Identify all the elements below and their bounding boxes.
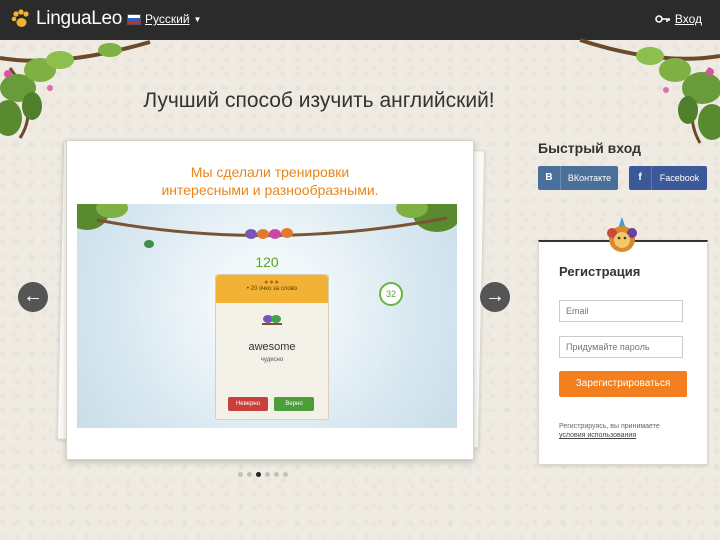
password-field[interactable]	[559, 336, 683, 358]
carousel-next-arrow-icon[interactable]: →	[480, 282, 510, 312]
word-card-points: • 20 очко за слово	[246, 286, 298, 292]
registration-panel: Регистрация Зарегистрироваться Регистрир…	[538, 240, 708, 465]
language-label: Русский	[145, 12, 190, 26]
carousel-pagination	[238, 472, 292, 477]
chevron-down-icon: ▼	[193, 14, 202, 24]
carousel-dot-active[interactable]	[256, 472, 261, 477]
birds-icon	[262, 315, 282, 325]
wrong-answer-button: Неверно	[228, 397, 268, 411]
terms-text: Регистрируясь, вы принимаете	[559, 423, 660, 430]
facebook-icon: f	[629, 166, 652, 190]
carousel-dot[interactable]	[247, 472, 252, 477]
vk-icon: В	[538, 166, 561, 190]
logo-text: LinguaLeo	[36, 8, 123, 29]
language-selector[interactable]: Русский ▼	[127, 12, 201, 26]
terms-notice: Регистрируясь, вы принимаете условия исп…	[559, 422, 699, 440]
word-translation: чудесно	[260, 357, 284, 363]
top-navbar: LinguaLeo Русский ▼ Вход	[0, 0, 720, 40]
russian-flag-icon	[127, 13, 141, 25]
terms-link[interactable]: условия использования	[559, 431, 699, 440]
carousel-dot[interactable]	[283, 472, 288, 477]
facebook-login-label: Facebook	[659, 173, 700, 183]
slide-title: Мы сделали тренировки интересными и разн…	[67, 163, 473, 199]
slide-title-line-1: Мы сделали тренировки	[190, 164, 350, 180]
register-button[interactable]: Зарегистрироваться	[559, 371, 687, 397]
registration-title: Регистрация	[559, 264, 641, 279]
login-link[interactable]: Вход	[655, 12, 702, 26]
word-card-header: ●●● • 20 очко за слово	[216, 275, 328, 303]
carousel-slide: Мы сделали тренировки интересными и разн…	[66, 140, 474, 460]
quick-login-title: Быстрый вход	[538, 140, 641, 156]
slide-title-line-2: интересными и разнообразными.	[161, 182, 379, 198]
logo[interactable]: LinguaLeo	[10, 8, 122, 30]
carousel-dot[interactable]	[238, 472, 243, 477]
right-answer-button: Верно	[274, 397, 314, 411]
lion-mascot-icon	[607, 217, 637, 252]
carousel-dot[interactable]	[265, 472, 270, 477]
carousel-dot[interactable]	[274, 472, 279, 477]
page-headline: Лучший способ изучить английский!	[143, 89, 495, 112]
game-timer: 32	[379, 282, 403, 306]
facebook-login-button[interactable]: f Facebook	[629, 166, 707, 190]
word-card: ●●● • 20 очко за слово awesome чудесно Н…	[215, 274, 329, 420]
key-icon	[655, 15, 670, 23]
progress-dots-icon: ●●●	[264, 279, 280, 286]
login-label: Вход	[674, 12, 702, 26]
training-game-screenshot: 120 32 ●●● • 20 очко за слово awesome чу…	[77, 204, 457, 428]
vk-login-button[interactable]: В ВКонтакте	[538, 166, 618, 190]
paw-logo-icon	[11, 9, 29, 27]
vk-login-label: ВКонтакте	[567, 173, 612, 183]
word-text: awesome	[248, 341, 296, 353]
carousel-prev-arrow-icon[interactable]: ←	[18, 282, 48, 312]
email-field[interactable]	[559, 300, 683, 322]
game-score: 120	[255, 254, 279, 270]
